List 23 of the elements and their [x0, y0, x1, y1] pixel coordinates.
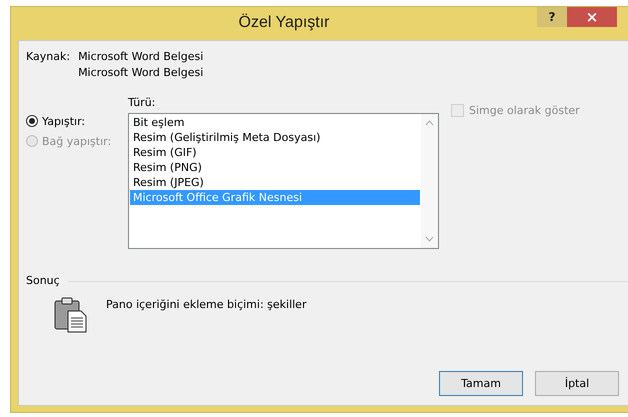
list-item[interactable]: Resim (PNG) [130, 160, 420, 175]
scrollbar[interactable] [421, 114, 438, 248]
radio-button[interactable] [26, 115, 38, 127]
type-list[interactable]: Bit eşlem Resim (Geliştirilmiş Meta Dosyası) Resim (GIF) Resim (PNG) Resim (JPEG) Microsoft Office Grafik Nesnesi [128, 113, 439, 249]
checkbox-label: Simge olarak göster [469, 104, 580, 116]
ok-button[interactable]: Tamam [439, 371, 523, 396]
radio-label: Yapıştır: [42, 114, 86, 128]
source-name: Microsoft Word Belgesi [78, 49, 204, 65]
list-item[interactable]: Resim (GIF) [130, 145, 420, 160]
section-title: Sonuç [26, 273, 60, 289]
close-button[interactable]: × [567, 7, 617, 27]
help-button[interactable]: ? [537, 7, 567, 27]
source-label: Kaynak: [26, 49, 70, 65]
source-name: Microsoft Word Belgesi [78, 65, 204, 81]
list-item[interactable]: Resim (Geliştirilmiş Meta Dosyası) [130, 130, 420, 145]
window-title: Özel Yapıştır [238, 12, 330, 33]
radio-label: Bağ yapıştır: [42, 134, 112, 148]
clipboard-icon [54, 297, 88, 333]
cancel-button[interactable]: İptal [535, 371, 619, 396]
result-text: Pano içeriğini ekleme biçimi: şekiller [106, 297, 306, 313]
list-item[interactable]: Resim (JPEG) [130, 175, 420, 190]
list-item[interactable]: Bit eşlem [130, 115, 420, 130]
type-label: Türü: [128, 95, 156, 111]
